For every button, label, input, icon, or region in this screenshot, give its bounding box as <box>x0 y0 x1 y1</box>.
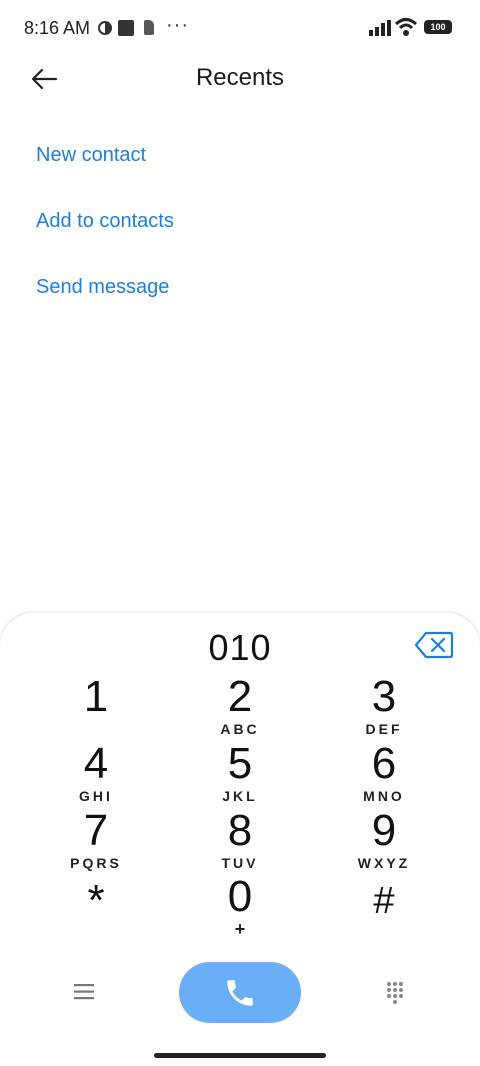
key-digit: 5 <box>227 739 253 788</box>
key-digit: 0 <box>227 872 253 921</box>
battery-icon: 100 <box>424 20 452 34</box>
key-digit: 7 <box>83 806 109 855</box>
new-contact-link[interactable]: New contact <box>36 142 174 208</box>
dial-key-7[interactable]: 7 PQRS <box>36 806 156 872</box>
status-bar: 8:16 AM ··· 100 <box>0 0 480 56</box>
key-digit: 3 <box>371 672 397 721</box>
dial-key-3[interactable]: 3 DEF <box>324 672 444 738</box>
dialpad-sheet: 010 1 2 ABC 3 DEF 4 GHI 5 JKL 6 MNO 7 PQ… <box>0 613 480 1066</box>
key-digit: 8 <box>227 806 253 855</box>
key-letters: WXYZ <box>357 855 411 871</box>
home-indicator[interactable] <box>154 1053 326 1058</box>
dial-key-4[interactable]: 4 GHI <box>36 739 156 805</box>
dial-key-9[interactable]: 9 WXYZ <box>324 806 444 872</box>
key-letters: GHI <box>79 788 113 804</box>
dial-key-hash[interactable]: # <box>324 879 444 925</box>
page-title: Recents <box>195 64 285 91</box>
key-letters: DEF <box>365 721 403 737</box>
key-digit: 1 <box>83 672 109 721</box>
key-letters: ABC <box>220 721 260 737</box>
key-letters: MNO <box>363 788 405 804</box>
menu-icon[interactable] <box>74 983 96 1001</box>
dial-key-5[interactable]: 5 JKL <box>180 739 300 805</box>
more-notifications-icon: ··· <box>166 14 189 36</box>
backspace-icon[interactable] <box>414 631 454 659</box>
key-letters: + <box>234 919 246 939</box>
key-letters: JKL <box>222 788 258 804</box>
key-digit: 9 <box>371 806 397 855</box>
key-digit: 4 <box>83 739 109 788</box>
key-letters: TUV <box>221 855 259 871</box>
key-letters: PQRS <box>70 855 122 871</box>
sim-icon <box>144 20 154 35</box>
send-message-link[interactable]: Send message <box>36 274 174 340</box>
call-button[interactable] <box>179 962 301 1023</box>
signal-icon <box>369 20 391 36</box>
status-time: 8:16 AM <box>24 18 91 38</box>
square-notification-icon <box>118 20 134 36</box>
dial-key-2[interactable]: 2 ABC <box>180 672 300 738</box>
dialpad-toggle-icon[interactable] <box>386 981 404 1005</box>
key-digit: * <box>87 876 105 925</box>
add-to-contacts-link[interactable]: Add to contacts <box>36 208 174 274</box>
dial-key-1[interactable]: 1 <box>36 675 156 721</box>
number-actions: New contact Add to contacts Send message <box>36 142 174 340</box>
dial-key-0[interactable]: 0 + <box>180 875 300 940</box>
wifi-icon <box>394 18 418 36</box>
vpn-icon <box>98 21 112 35</box>
key-digit: 2 <box>227 672 253 721</box>
dial-key-8[interactable]: 8 TUV <box>180 806 300 872</box>
dial-key-star[interactable]: * <box>36 879 156 925</box>
entered-number: 010 <box>208 627 272 668</box>
key-digit: # <box>373 880 395 922</box>
phone-icon <box>227 980 253 1006</box>
key-digit: 6 <box>371 739 397 788</box>
dial-key-6[interactable]: 6 MNO <box>324 739 444 805</box>
